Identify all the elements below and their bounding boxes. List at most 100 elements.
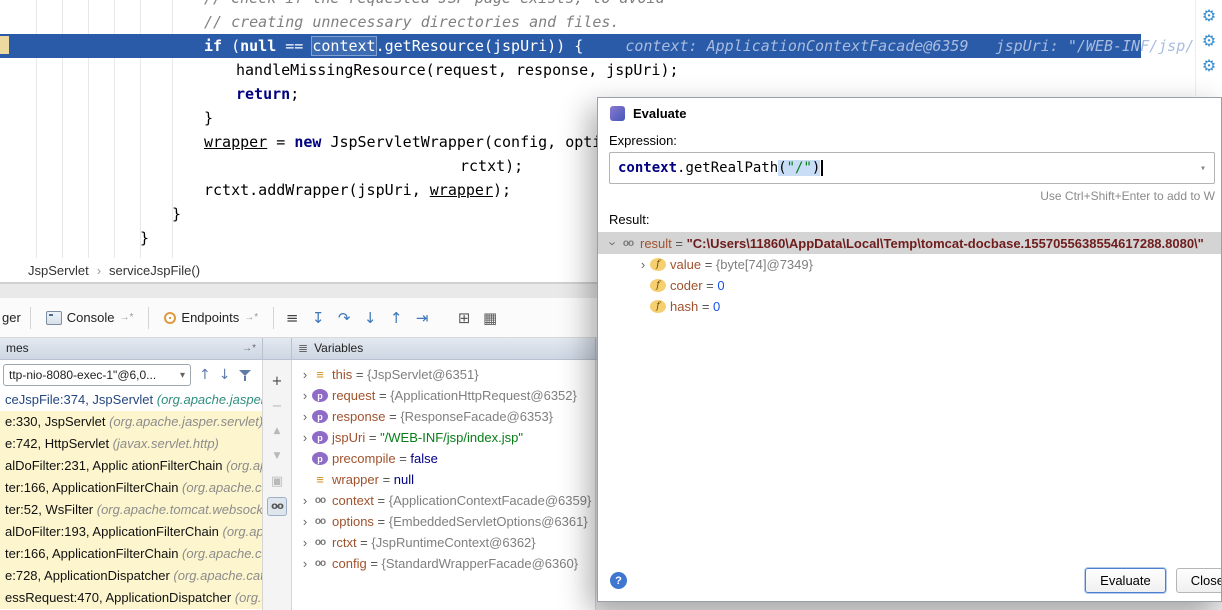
result-child-row[interactable]: f coder 0 [598, 275, 1221, 296]
view-breakpoints-icon[interactable]: ⊞ [451, 309, 477, 327]
variable-row[interactable]: oo rctxt {JspRuntimeContext@6362} [292, 532, 595, 553]
close-button[interactable]: Close [1176, 568, 1222, 593]
add-watch-icon[interactable]: + [267, 372, 287, 391]
collapse-chevron-icon[interactable] [606, 236, 621, 250]
toolbar-separator [30, 307, 31, 329]
equals-sign [396, 451, 411, 466]
expand-chevron-icon[interactable] [298, 430, 312, 445]
variable-name: this [332, 367, 352, 382]
frames-header-label: mes [6, 338, 29, 359]
variable-name: jspUri [332, 430, 365, 445]
duplicate-watch-icon[interactable]: ▣ [267, 472, 287, 491]
expand-chevron-icon[interactable] [298, 514, 312, 529]
expand-chevron-icon[interactable] [298, 535, 312, 550]
step-over-icon[interactable]: ↷ [331, 309, 357, 327]
show-execution-point-icon[interactable]: ↧ [305, 309, 331, 327]
expression-label: Expression: [609, 133, 1209, 148]
gear-icon[interactable]: ⚙ [1196, 31, 1222, 50]
expand-chevron-icon[interactable] [298, 367, 312, 382]
frames-header-icon[interactable]: →* [242, 338, 256, 359]
help-icon[interactable]: ? [610, 572, 627, 589]
frame-location: ter:166, ApplicationFilterChain [5, 480, 182, 495]
breakpoint-gutter-marker[interactable] [0, 36, 9, 54]
expand-chevron-icon[interactable] [298, 556, 312, 571]
stack-frame-row[interactable]: e:330, JspServlet (org.apache.jasper.ser… [0, 411, 262, 433]
code-token: } [172, 205, 181, 223]
variable-row[interactable]: ≡ this {JspServlet@6351} [292, 364, 595, 385]
execution-line[interactable]: if (null == context.getResource(jspUri))… [0, 34, 1141, 58]
thread-selector-value: ttp-nio-8080-exec-1"@6,0... [9, 368, 156, 382]
stack-frame-row[interactable]: essRequest:470, ApplicationDispatcher (o… [0, 587, 262, 609]
show-watches-icon[interactable]: oo [267, 497, 287, 516]
result-child-row[interactable]: f value {byte[74]@7349} [598, 254, 1221, 275]
variable-row[interactable]: oo options {EmbeddedServletOptions@6361} [292, 511, 595, 532]
variable-name: config [332, 556, 367, 571]
gear-icon[interactable]: ⚙ [1196, 6, 1222, 25]
result-child-row[interactable]: f hash 0 [598, 296, 1221, 317]
tab-debugger[interactable]: ger [0, 298, 25, 337]
thread-selector[interactable]: ttp-nio-8080-exec-1"@6,0... [3, 364, 191, 386]
hide-library-frames-icon[interactable] [238, 368, 252, 382]
code-line[interactable]: // creating unnecessary directories and … [0, 10, 1222, 34]
expand-chevron-icon[interactable] [298, 409, 312, 424]
variable-name: request [332, 388, 375, 403]
expression-input[interactable]: context.getRealPath("/") [609, 152, 1215, 184]
watches-header-gap [263, 338, 292, 359]
stack-frame-row[interactable]: e:728, ApplicationDispatcher (org.apache… [0, 565, 262, 587]
previous-frame-icon[interactable]: ↑ [199, 367, 211, 383]
next-frame-icon[interactable]: ↓ [219, 367, 231, 383]
variables-menu-icon[interactable]: ≣ [298, 338, 308, 359]
tab-endpoints[interactable]: Endpoints →* [154, 298, 268, 337]
step-out-icon[interactable]: ↑ [383, 309, 409, 327]
variable-row[interactable]: ≡ wrapper null [292, 469, 595, 490]
expand-chevron-icon[interactable] [636, 257, 650, 272]
result-row[interactable]: oo result "C:\Users\11860\AppData\Local\… [598, 232, 1221, 254]
variables-panel-header[interactable]: ≣ Variables [292, 338, 596, 359]
variable-row[interactable]: p response {ResponseFacade@6353} [292, 406, 595, 427]
variable-name: precompile [332, 451, 396, 466]
stack-frame-row[interactable]: e:742, HttpServlet (javax.servlet.http) [0, 433, 262, 455]
evaluate-button[interactable]: Evaluate [1085, 568, 1166, 593]
evaluate-dialog-titlebar[interactable]: Evaluate [598, 98, 1221, 128]
gear-icon[interactable]: ⚙ [1196, 56, 1222, 75]
expression-token: .getRealPath [677, 160, 778, 176]
move-watch-down-icon[interactable]: ▼ [267, 447, 287, 466]
breadcrumb-class[interactable]: JspServlet [28, 263, 89, 278]
remove-watch-icon[interactable]: − [267, 397, 287, 416]
run-to-cursor-icon[interactable]: ⇥ [409, 309, 435, 327]
frame-location: alDoFilter:193, ApplicationFilterChain [5, 524, 223, 539]
scroll-to-end-icon: →* [244, 312, 258, 323]
code-line[interactable]: handleMissingResource(request, response,… [0, 58, 1222, 82]
move-watch-up-icon[interactable]: ▲ [267, 422, 287, 441]
frames-panel-header[interactable]: mes →* [0, 338, 263, 359]
expand-chevron-icon[interactable] [298, 388, 312, 403]
breadcrumb-method[interactable]: serviceJspFile() [109, 263, 200, 278]
stack-frame-row[interactable]: ceJspFile:374, JspServlet (org.apache.ja… [0, 389, 262, 411]
step-into-icon[interactable]: ↓ [357, 309, 383, 327]
stack-frame-row[interactable]: ter:52, WsFilter (org.apache.tomcat.webs… [0, 499, 262, 521]
tab-console[interactable]: Console →* [36, 298, 144, 337]
mute-breakpoints-icon[interactable]: ▦ [477, 309, 503, 327]
variable-row[interactable]: p request {ApplicationHttpRequest@6352} [292, 385, 595, 406]
toolbar-separator [273, 307, 274, 329]
code-token: // creating unnecessary directories and … [204, 13, 619, 31]
code-token: wrapper [430, 181, 493, 199]
variable-row[interactable]: oo context {ApplicationContextFacade@635… [292, 490, 595, 511]
stack-frame-row[interactable]: alDoFilter:231, Applic ationFilterChain … [0, 455, 262, 477]
stack-frame-row[interactable]: ter:166, ApplicationFilterChain (org.apa… [0, 543, 262, 565]
variable-row[interactable]: p jspUri "/WEB-INF/jsp/index.jsp" [292, 427, 595, 448]
hamburger-menu-icon[interactable]: ≡ [279, 309, 305, 327]
stack-frame-row[interactable]: alDoFilter:193, ApplicationFilterChain (… [0, 521, 262, 543]
variable-row[interactable]: p precompile false [292, 448, 595, 469]
expand-chevron-icon[interactable] [298, 493, 312, 508]
stepping-toolbar: ≡↧↷↓↑⇥ ⊞▦ [279, 309, 503, 327]
code-token: null [240, 37, 276, 55]
code-token: if [204, 37, 231, 55]
value-icon: ≡ [312, 472, 328, 487]
equals-sign [703, 278, 718, 293]
watch-icon: oo [312, 516, 328, 527]
code-line[interactable]: // Check if the requested JSP page exist… [0, 0, 1222, 10]
variable-value: {ResponseFacade@6353} [400, 409, 553, 424]
stack-frame-row[interactable]: ter:166, ApplicationFilterChain (org.apa… [0, 477, 262, 499]
variable-row[interactable]: oo config {StandardWrapperFacade@6360} [292, 553, 595, 574]
